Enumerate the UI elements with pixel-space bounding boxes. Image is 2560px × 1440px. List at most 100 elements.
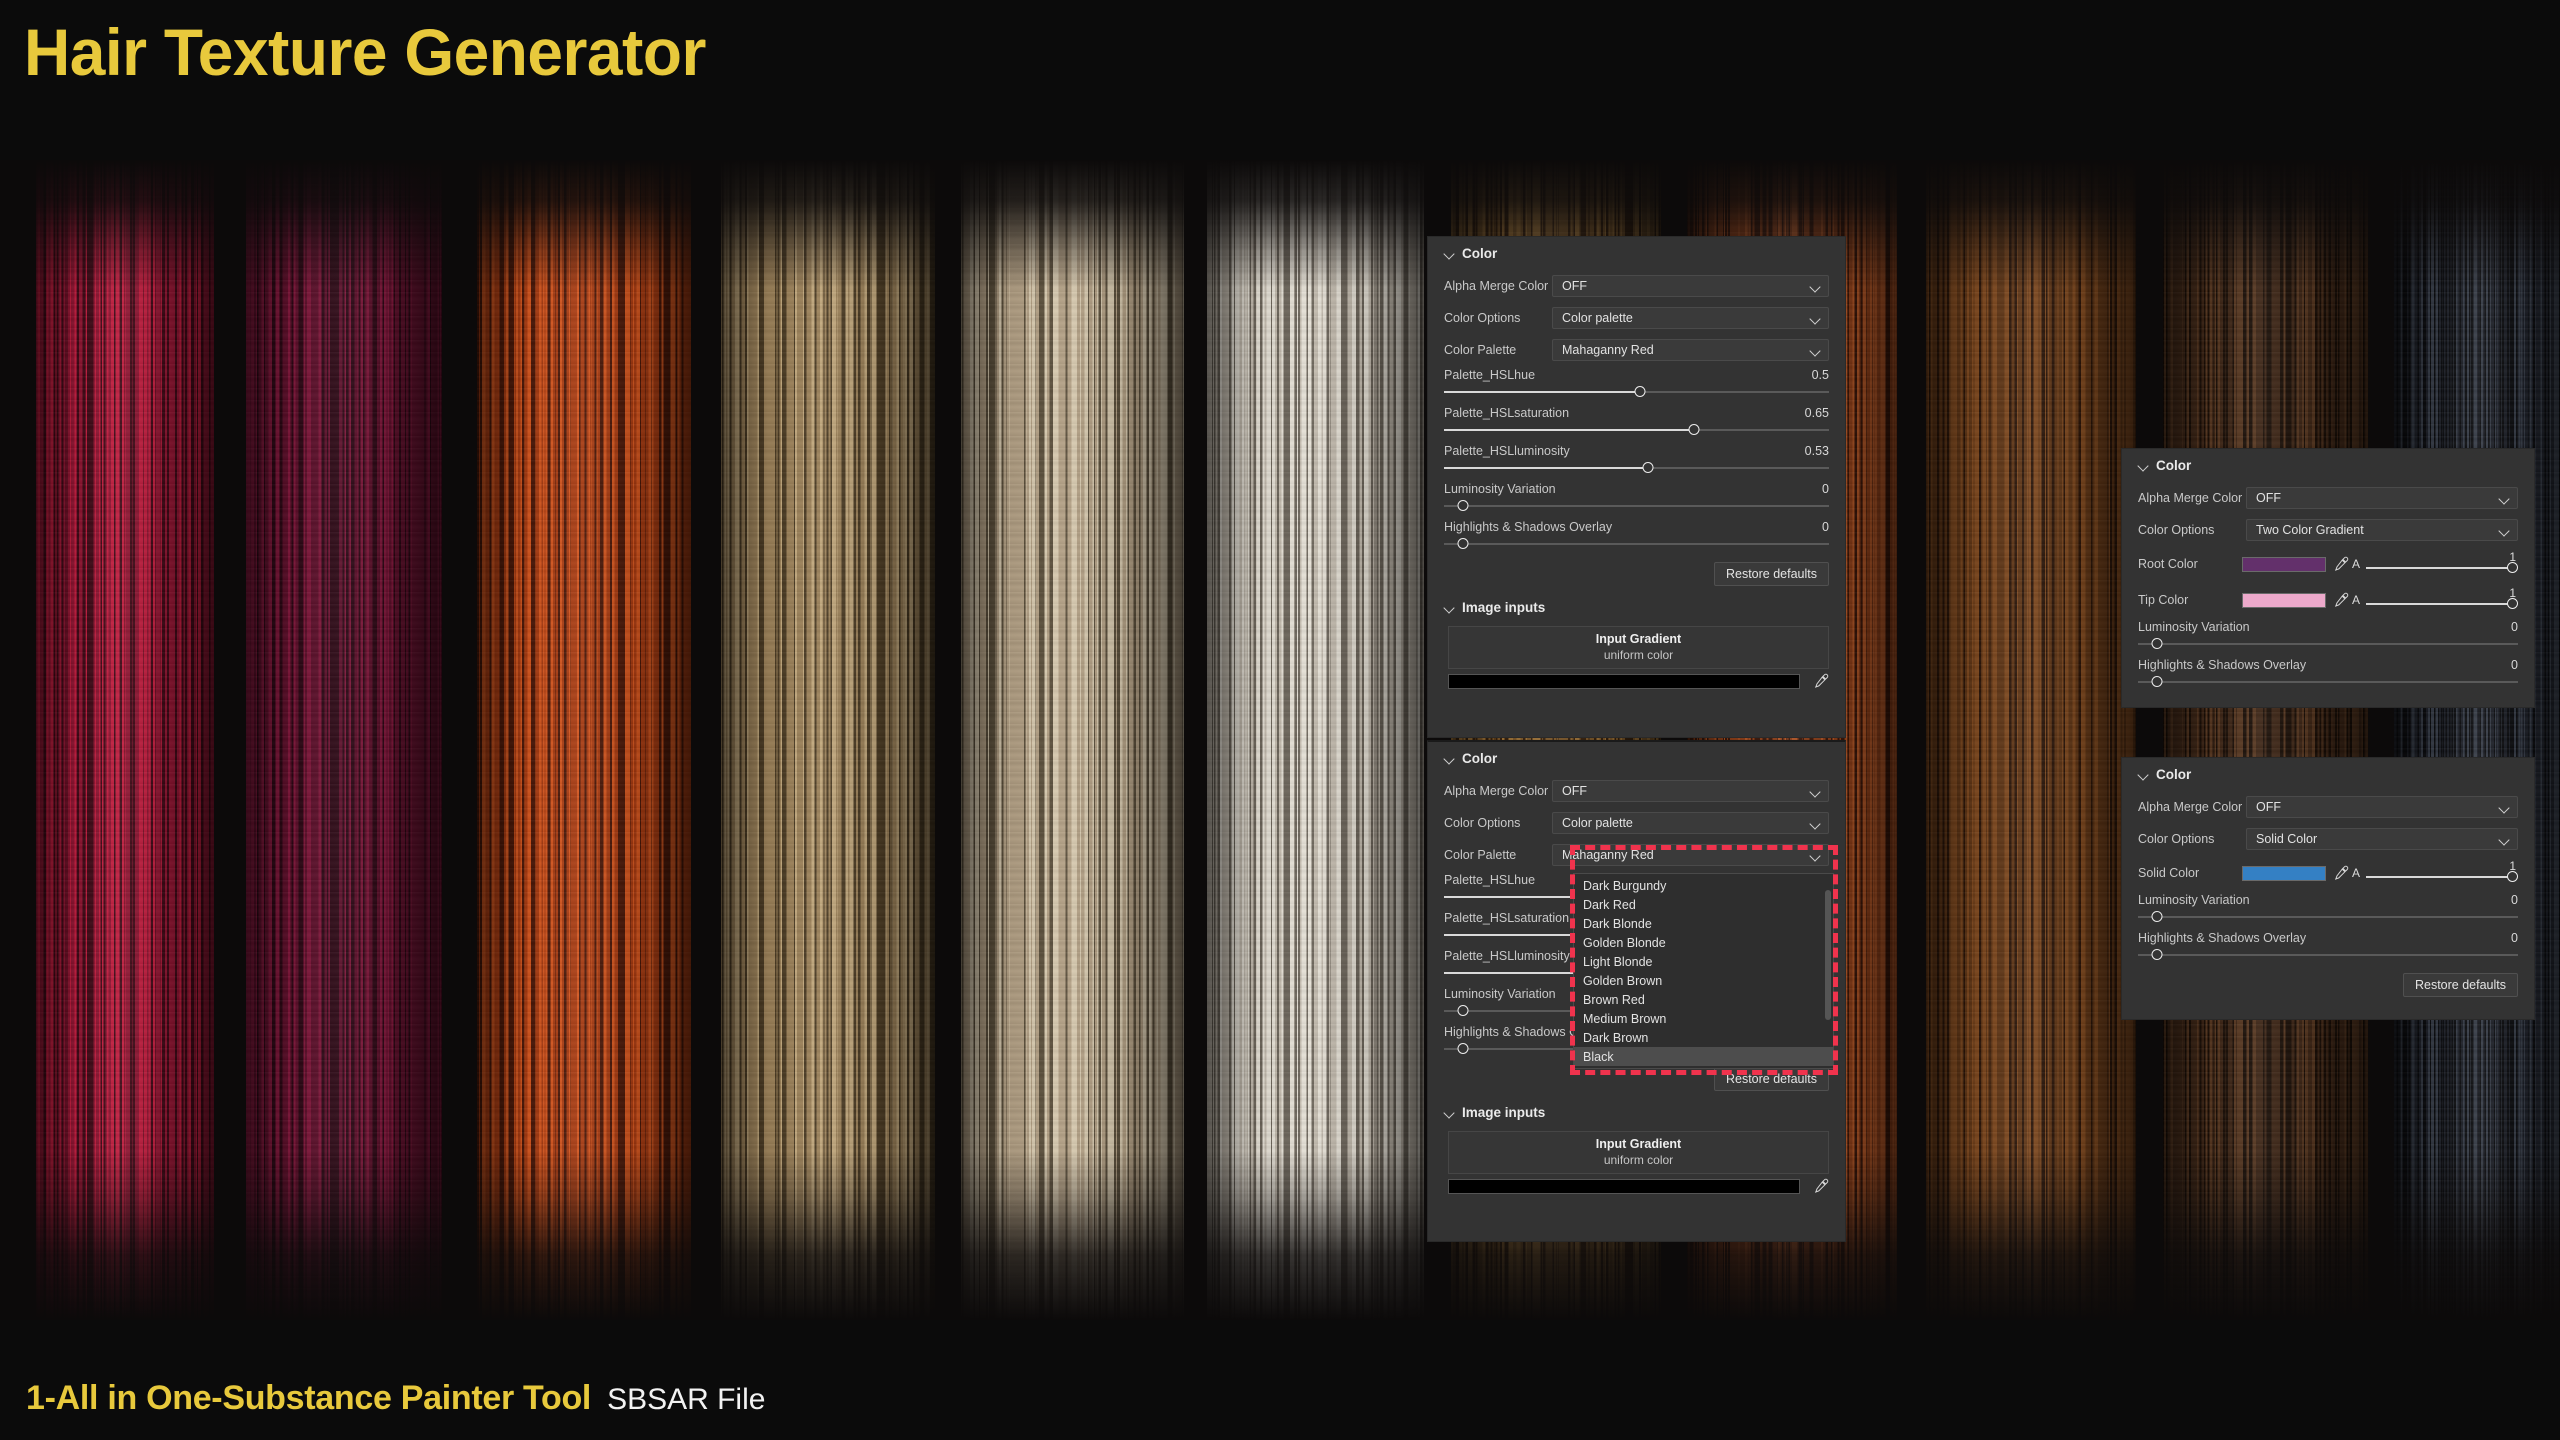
dropdown-alpha-merge-color[interactable]: OFF <box>1552 780 1829 802</box>
alpha-slider[interactable]: 1 <box>2364 552 2518 576</box>
slider-knob[interactable] <box>1458 1005 1469 1016</box>
section-header-color[interactable]: Color <box>1428 237 1845 270</box>
chevron-down-icon <box>1810 313 1821 324</box>
color-palette-dropdown-list[interactable]: Dark BurgundyDark RedDark BlondeGolden B… <box>1573 873 1834 1069</box>
hair-texture-preview <box>0 160 2560 1320</box>
restore-defaults-button[interactable]: Restore defaults <box>1714 562 1829 586</box>
color-panel-two-color-gradient: Color Alpha Merge ColorOFFColor OptionsT… <box>2121 448 2535 708</box>
slider-track[interactable] <box>1444 424 1829 436</box>
slider-row: Highlights & Shadows Overlay0 <box>2122 929 2534 967</box>
slider-label: Highlights & Shadows Overlay <box>1444 520 1612 534</box>
input-gradient-swatch[interactable] <box>1448 674 1800 689</box>
slider-track-inactive <box>2138 916 2518 918</box>
slider-track[interactable] <box>2138 949 2518 961</box>
hair-strip-golden-blonde <box>961 160 1184 1320</box>
eyedropper-icon[interactable] <box>2333 592 2349 608</box>
section-header-image-inputs[interactable]: Image inputs <box>1428 1103 1845 1129</box>
slider-track[interactable] <box>2138 638 2518 650</box>
dropdown-color-options[interactable]: Color palette <box>1552 307 1829 329</box>
section-header-color[interactable]: Color <box>1428 742 1845 775</box>
slider-knob[interactable] <box>2152 949 2163 960</box>
slider-knob[interactable] <box>2152 676 2163 687</box>
color-swatch[interactable] <box>2242 593 2326 608</box>
slider-value: 0 <box>2511 620 2518 634</box>
chevron-down-icon <box>2138 460 2149 471</box>
slider-value: 0.5 <box>1812 368 1829 382</box>
dropdown-color-options[interactable]: Color palette <box>1552 812 1829 834</box>
slider-knob[interactable] <box>1458 1043 1469 1054</box>
dropdown-value: OFF <box>2256 491 2281 505</box>
slider-track[interactable] <box>1444 538 1829 550</box>
dropdown-option[interactable]: Golden Blonde <box>1574 933 1833 952</box>
alpha-knob[interactable] <box>2507 871 2518 882</box>
field-label: Tip Color <box>2138 593 2242 607</box>
restore-defaults-button[interactable]: Restore defaults <box>1714 1067 1829 1091</box>
page-title: Hair Texture Generator <box>24 14 706 90</box>
chevron-down-icon <box>2499 525 2510 536</box>
slider-row: Palette_HSLluminosity0.53 <box>1428 442 1845 480</box>
color-palette-select-open[interactable]: Mahaganny Red <box>1552 844 1829 866</box>
dropdown-alpha-merge-color[interactable]: OFF <box>2246 487 2518 509</box>
dropdown-color-options[interactable]: Two Color Gradient <box>2246 519 2518 541</box>
dropdown-option[interactable]: Black <box>1574 1047 1833 1066</box>
eyedropper-icon[interactable] <box>2333 556 2349 572</box>
section-header-color[interactable]: Color <box>2122 758 2534 791</box>
slider-track[interactable] <box>2138 911 2518 923</box>
dropdown-option[interactable]: Dark Blonde <box>1574 914 1833 933</box>
color-swatch[interactable] <box>2242 557 2326 572</box>
slider-track-active <box>1444 467 1648 469</box>
slider-track[interactable] <box>1444 500 1829 512</box>
field-label: Root Color <box>2138 557 2242 571</box>
dropdown-color-options[interactable]: Solid Color <box>2246 828 2518 850</box>
dropdown-option[interactable]: Dark Brown <box>1574 1028 1833 1047</box>
alpha-label: A <box>2352 557 2360 571</box>
dropdown-option[interactable]: Medium Brown <box>1574 1009 1833 1028</box>
section-header-color[interactable]: Color <box>2122 449 2534 482</box>
dropdown-scrollbar[interactable] <box>1825 890 1831 1020</box>
alpha-slider[interactable]: 1 <box>2364 861 2518 885</box>
chevron-down-icon <box>2499 834 2510 845</box>
slider-knob[interactable] <box>1689 424 1700 435</box>
section-header-image-inputs[interactable]: Image inputs <box>1428 598 1845 624</box>
chevron-down-icon <box>1810 818 1821 829</box>
eyedropper-icon[interactable] <box>2333 865 2349 881</box>
input-gradient-dropzone[interactable]: Input Gradient uniform color <box>1448 1131 1829 1174</box>
field-row: Alpha Merge ColorOFF <box>2122 482 2534 514</box>
alpha-slider[interactable]: 1 <box>2364 588 2518 612</box>
slider-track-inactive <box>2138 681 2518 683</box>
slider-track[interactable] <box>2138 676 2518 688</box>
slider-track[interactable] <box>1444 386 1829 398</box>
slider-row: Luminosity Variation0 <box>1428 480 1845 518</box>
slider-knob[interactable] <box>1643 462 1654 473</box>
slider-knob[interactable] <box>2152 638 2163 649</box>
dropdown-option[interactable]: Dark Burgundy <box>1574 876 1833 895</box>
slider-knob[interactable] <box>1458 500 1469 511</box>
hair-strip-bright-copper <box>477 160 691 1320</box>
slider-label: Luminosity Variation <box>2138 620 2250 634</box>
slider-track-inactive <box>1444 505 1829 507</box>
input-gradient-dropzone[interactable]: Input Gradient uniform color <box>1448 626 1829 669</box>
input-gradient-swatch[interactable] <box>1448 1179 1800 1194</box>
dropdown-color-palette[interactable]: Mahaganny Red <box>1552 339 1829 361</box>
dropdown-alpha-merge-color[interactable]: OFF <box>1552 275 1829 297</box>
slider-track[interactable] <box>1444 462 1829 474</box>
alpha-knob[interactable] <box>2507 562 2518 573</box>
eyedropper-icon[interactable] <box>1813 1178 1829 1194</box>
field-row: Alpha Merge ColorOFF <box>1428 775 1845 807</box>
slider-knob[interactable] <box>1635 386 1646 397</box>
input-gradient-title: Input Gradient <box>1449 1137 1828 1151</box>
dropdown-option[interactable]: Golden Brown <box>1574 971 1833 990</box>
alpha-knob[interactable] <box>2507 598 2518 609</box>
dropdown-option[interactable]: Brown Red <box>1574 990 1833 1009</box>
dropdown-option[interactable]: Light Blonde <box>1574 952 1833 971</box>
dropdown-option[interactable]: Dark Red <box>1574 895 1833 914</box>
color-swatch[interactable] <box>2242 866 2326 881</box>
slider-knob[interactable] <box>2152 911 2163 922</box>
slider-value: 0.65 <box>1805 406 1829 420</box>
dropdown-alpha-merge-color[interactable]: OFF <box>2246 796 2518 818</box>
restore-defaults-button[interactable]: Restore defaults <box>2403 973 2518 997</box>
slider-knob[interactable] <box>1458 538 1469 549</box>
eyedropper-icon[interactable] <box>1813 673 1829 689</box>
slider-label: Highlights & Shadows Overlay <box>2138 658 2306 672</box>
slider-value: 0.53 <box>1805 444 1829 458</box>
